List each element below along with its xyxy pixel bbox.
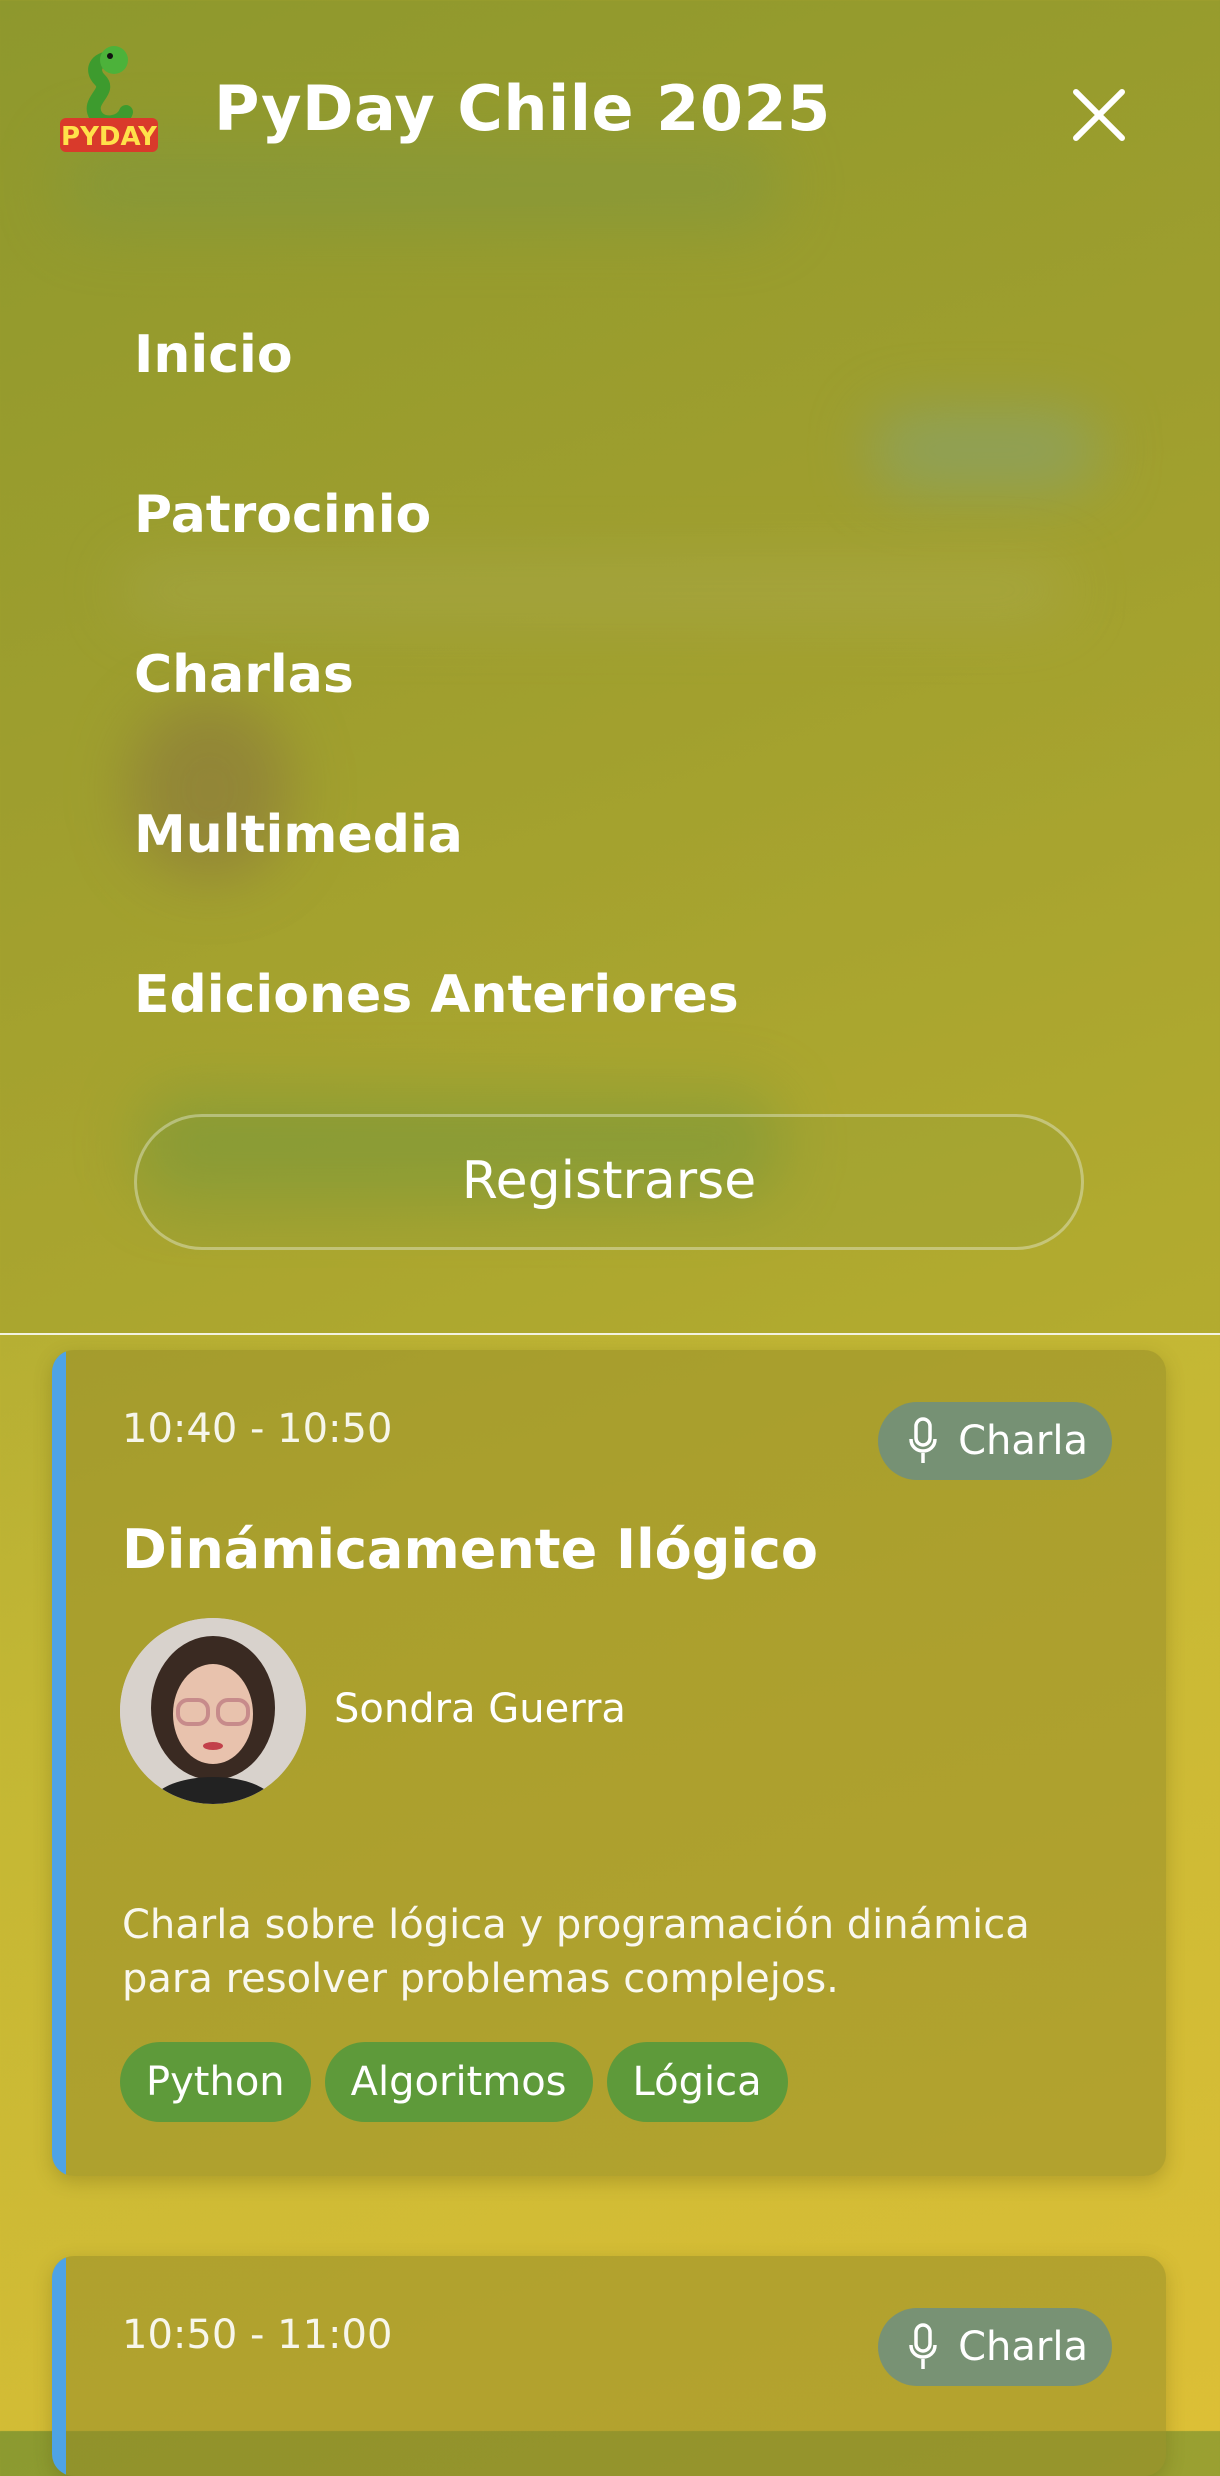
talk-type-badge: Charla bbox=[878, 1402, 1112, 1480]
nav-item-patrocinio[interactable]: Patrocinio bbox=[134, 480, 739, 640]
microphone-icon bbox=[909, 1417, 937, 1463]
talk-card[interactable]: 10:40 - 10:50 Charla Dinámicamente Ilógi… bbox=[52, 1350, 1166, 2176]
tag-algoritmos[interactable]: Algoritmos bbox=[324, 2042, 593, 2122]
tag-list: Python Algoritmos Lógica bbox=[120, 2042, 788, 2122]
mobile-nav-menu: PYDAY PyDay Chile 2025 Inicio Patrocinio… bbox=[0, 0, 1220, 1335]
microphone-icon bbox=[909, 2323, 937, 2369]
nav-item-multimedia[interactable]: Multimedia bbox=[134, 800, 739, 960]
speaker-avatar bbox=[120, 1618, 306, 1804]
talk-time: 10:50 - 11:00 bbox=[122, 2312, 393, 2358]
talk-description: Charla sobre lógica y programación dinám… bbox=[122, 1902, 1030, 2002]
tag-python[interactable]: Python bbox=[120, 2042, 311, 2122]
speaker-name: Sondra Guerra bbox=[334, 1686, 626, 1732]
talk-type-badge: Charla bbox=[878, 2308, 1112, 2386]
nav-item-charlas[interactable]: Charlas bbox=[134, 640, 739, 800]
talk-title: Dinámicamente Ilógico bbox=[122, 1518, 818, 1581]
site-title: PyDay Chile 2025 bbox=[214, 72, 831, 145]
nav-item-ediciones-anteriores[interactable]: Ediciones Anteriores bbox=[134, 960, 739, 1120]
register-button[interactable]: Registrarse bbox=[134, 1114, 1084, 1250]
snake-logo-icon[interactable]: PYDAY bbox=[56, 46, 162, 156]
badge-label: Charla bbox=[958, 2324, 1088, 2370]
nav-item-inicio[interactable]: Inicio bbox=[134, 320, 739, 480]
talk-card[interactable]: 10:50 - 11:00 Charla bbox=[52, 2256, 1166, 2476]
badge-label: Charla bbox=[958, 1418, 1088, 1464]
close-icon[interactable] bbox=[1068, 84, 1130, 146]
logo-text: PYDAY bbox=[61, 122, 158, 152]
tag-logica[interactable]: Lógica bbox=[606, 2042, 788, 2122]
talk-time: 10:40 - 10:50 bbox=[122, 1406, 393, 1452]
nav-list: Inicio Patrocinio Charlas Multimedia Edi… bbox=[134, 320, 739, 1120]
